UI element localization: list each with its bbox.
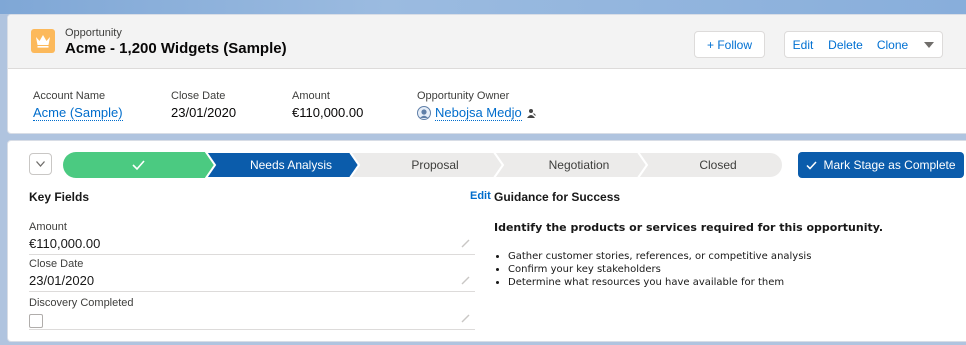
field-value: 23/01/2020 <box>29 273 95 288</box>
key-fields-edit-link[interactable]: Edit <box>470 190 491 202</box>
field-amount: Amount €110,000.00 <box>29 221 475 255</box>
opportunity-owner-value: Nebojsa Medjo <box>417 105 536 121</box>
mark-stage-complete-label: Mark Stage as Complete <box>823 158 956 172</box>
account-name-label: Account Name <box>33 90 106 102</box>
avatar <box>417 106 431 120</box>
check-icon <box>806 160 818 170</box>
chevron-down-icon <box>923 41 934 48</box>
list-item: Determine what resources you have availa… <box>508 276 811 289</box>
field-discovery-completed: Discovery Completed <box>29 297 475 330</box>
guidance-list: Gather customer stories, references, or … <box>494 250 811 289</box>
follow-button[interactable]: + Follow <box>694 31 765 58</box>
amount-value: €110,000.00 <box>292 105 364 120</box>
crown-icon <box>31 29 55 53</box>
change-owner-icon[interactable] <box>526 108 536 119</box>
close-date-value: 23/01/2020 <box>171 105 237 120</box>
amount-label: Amount <box>292 90 330 102</box>
path-step-label-needs-analysis: Needs Analysis <box>249 158 333 172</box>
field-label: Amount <box>29 221 67 233</box>
path-step-complete[interactable] <box>63 152 215 178</box>
guidance-heading: Identify the products or services requir… <box>494 221 884 234</box>
close-date-label: Close Date <box>171 90 226 102</box>
path-step-label-closed: Closed <box>699 158 737 172</box>
list-item: Confirm your key stakeholders <box>508 263 811 276</box>
clone-button[interactable]: Clone <box>870 31 916 58</box>
discovery-completed-checkbox[interactable] <box>29 314 43 328</box>
mark-stage-complete-button[interactable]: Mark Stage as Complete <box>798 152 964 178</box>
chevron-down-icon <box>36 161 45 167</box>
field-label: Close Date <box>29 258 84 270</box>
key-fields-title: Key Fields <box>29 190 90 204</box>
object-type-label: Opportunity <box>65 27 122 39</box>
account-link[interactable]: Acme (Sample) <box>33 105 123 121</box>
path-toggle-button[interactable] <box>29 153 52 175</box>
owner-link[interactable]: Nebojsa Medjo <box>435 105 522 121</box>
path-step-label-proposal: Proposal <box>411 158 459 172</box>
edit-button[interactable]: Edit <box>784 31 822 58</box>
field-value: €110,000.00 <box>29 236 101 251</box>
record-header: Opportunity Acme - 1,200 Widgets (Sample… <box>7 14 966 134</box>
pencil-icon[interactable] <box>461 313 471 323</box>
more-actions-button[interactable] <box>915 31 943 58</box>
field-label: Discovery Completed <box>29 297 134 309</box>
page-background-banner <box>0 0 966 14</box>
opportunity-owner-label: Opportunity Owner <box>417 90 510 102</box>
pencil-icon[interactable] <box>461 275 471 285</box>
record-title: Acme - 1,200 Widgets (Sample) <box>65 40 287 57</box>
delete-button[interactable]: Delete <box>821 31 871 58</box>
guidance-title: Guidance for Success <box>494 190 621 204</box>
record-header-top: Opportunity Acme - 1,200 Widgets (Sample… <box>8 15 966 69</box>
field-close-date: Close Date 23/01/2020 <box>29 258 475 292</box>
pencil-icon[interactable] <box>461 238 471 248</box>
path-step-label-negotiation: Negotiation <box>548 158 610 172</box>
path-and-details-card: Needs Analysis Proposal Negotiation Clos… <box>7 140 966 342</box>
list-item: Gather customer stories, references, or … <box>508 250 811 263</box>
account-name-value[interactable]: Acme (Sample) <box>33 105 123 121</box>
